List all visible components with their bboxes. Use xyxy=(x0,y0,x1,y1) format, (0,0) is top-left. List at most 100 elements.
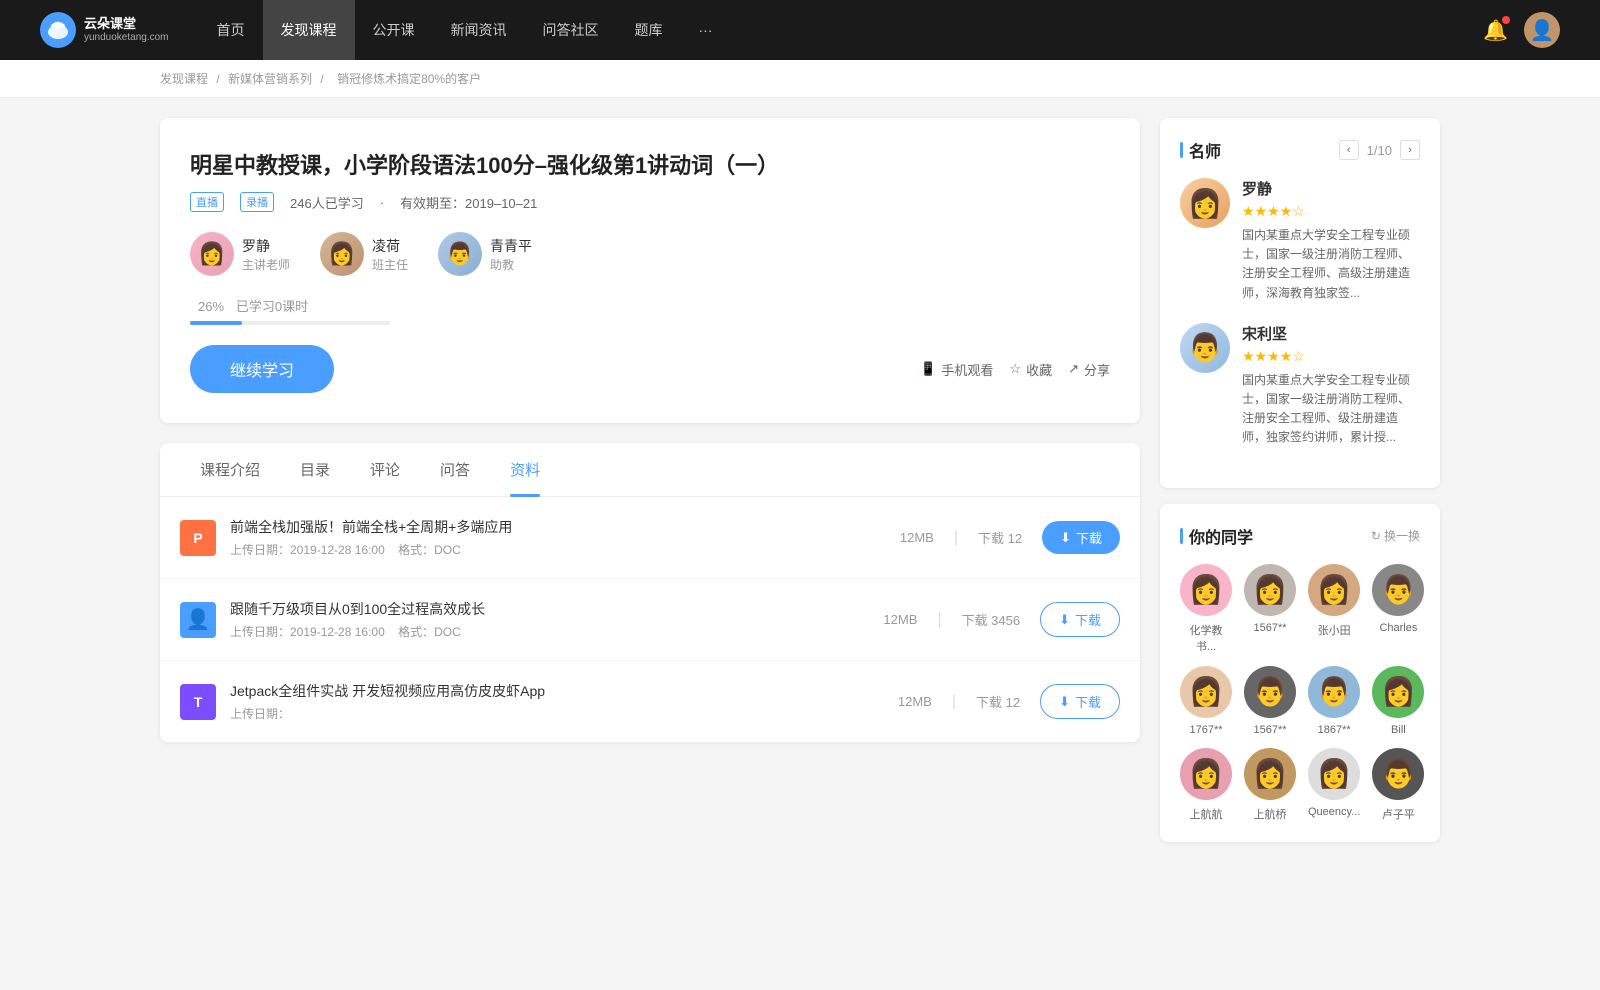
classmate-avatar-2[interactable]: 👩 xyxy=(1308,564,1360,616)
classmate-name-1: 1567** xyxy=(1253,622,1286,634)
classmate-item-0: 👩 化学教书... xyxy=(1180,564,1232,654)
teacher-role-0: 主讲老师 xyxy=(242,256,290,273)
classmate-item-7: 👩 Bill xyxy=(1372,666,1424,736)
progress-label: 26% 已学习0课时 xyxy=(190,296,1110,315)
resource-name-2: Jetpack全组件实战 开发短视频应用高仿皮皮虾App xyxy=(230,681,884,701)
classmate-avatar-8[interactable]: 👩 xyxy=(1180,748,1232,800)
teacher-info-1: 凌荷 班主任 xyxy=(372,236,408,273)
download-icon-0: ⬇ xyxy=(1060,530,1071,546)
logo-icon xyxy=(40,12,76,48)
classmate-item-5: 👨 1567** xyxy=(1244,666,1296,736)
teacher-info-2: 青青平 助教 xyxy=(490,236,532,273)
tab-catalog[interactable]: 目录 xyxy=(280,443,350,496)
course-meta: 直播 录播 246人已学习 · 有效期至：2019–10–21 xyxy=(190,192,1110,212)
teachers-next-button[interactable]: › xyxy=(1400,140,1420,160)
logo-text: 云朵课堂 yunduoketang.com xyxy=(84,16,169,44)
tab-resource[interactable]: 资料 xyxy=(490,443,560,496)
resource-icon-1: 👤 xyxy=(180,602,216,638)
progress-learned: 已学习0课时 xyxy=(236,299,308,314)
download-button-1[interactable]: ⬇ 下载 xyxy=(1040,602,1120,637)
collect-button[interactable]: ☆ 收藏 xyxy=(1009,360,1052,379)
mobile-icon: 📱 xyxy=(920,361,936,377)
navbar: 云朵课堂 yunduoketang.com 首页 发现课程 公开课 新闻资讯 问… xyxy=(0,0,1600,60)
teacher-name-0: 罗静 xyxy=(242,236,290,256)
breadcrumb: 发现课程 / 新媒体营销系列 / 销冠修炼术搞定80%的客户 xyxy=(0,60,1600,98)
classmate-avatar-1[interactable]: 👩 xyxy=(1244,564,1296,616)
teacher-avatar-2: 👨 xyxy=(438,232,482,276)
tab-qa[interactable]: 问答 xyxy=(420,443,490,496)
nav-news[interactable]: 新闻资讯 xyxy=(433,0,525,60)
resource-info-2: Jetpack全组件实战 开发短视频应用高仿皮皮虾App 上传日期： xyxy=(230,681,884,722)
classmate-item-6: 👨 1867** xyxy=(1308,666,1360,736)
classmate-name-6: 1867** xyxy=(1318,724,1351,736)
teachers-panel-header: 名师 ‹ 1/10 › xyxy=(1180,138,1420,162)
classmate-item-11: 👨 卢子平 xyxy=(1372,748,1424,822)
classmate-avatar-11[interactable]: 👨 xyxy=(1372,748,1424,800)
logo[interactable]: 云朵课堂 yunduoketang.com xyxy=(40,12,169,48)
resource-right-0: 12MB | 下载 12 ⬇ 下载 xyxy=(900,521,1120,554)
teacher-role-1: 班主任 xyxy=(372,256,408,273)
nav-bank[interactable]: 题库 xyxy=(617,0,681,60)
user-avatar-nav[interactable]: 👤 xyxy=(1524,12,1560,48)
classmate-item-4: 👩 1767** xyxy=(1180,666,1232,736)
classmate-item-9: 👩 上航桥 xyxy=(1244,748,1296,822)
classmate-avatar-4[interactable]: 👩 xyxy=(1180,666,1232,718)
bell-icon[interactable]: 🔔 xyxy=(1483,18,1508,43)
teacher-panel-avatar-1: 👨 xyxy=(1180,323,1230,373)
tab-intro[interactable]: 课程介绍 xyxy=(180,443,280,496)
classmate-avatar-6[interactable]: 👨 xyxy=(1308,666,1360,718)
resource-downloads-2: 下载 12 xyxy=(976,692,1020,711)
mobile-watch-button[interactable]: 📱 手机观看 xyxy=(920,360,993,379)
teacher-info-0: 罗静 主讲老师 xyxy=(242,236,290,273)
refresh-button[interactable]: ↻ 换一换 xyxy=(1371,527,1420,544)
resource-right-2: 12MB | 下载 12 ⬇ 下载 xyxy=(898,684,1120,719)
classmate-avatar-7[interactable]: 👩 xyxy=(1372,666,1424,718)
breadcrumb-discover[interactable]: 发现课程 xyxy=(160,72,208,86)
resource-meta-1: 上传日期：2019-12-28 16:00 格式：DOC xyxy=(230,623,869,640)
classmate-name-5: 1567** xyxy=(1253,724,1286,736)
nav-discover[interactable]: 发现课程 xyxy=(263,0,355,60)
nav-items: 首页 发现课程 公开课 新闻资讯 问答社区 题库 ··· xyxy=(199,0,1484,60)
resource-right-1: 12MB | 下载 3456 ⬇ 下载 xyxy=(883,602,1120,637)
teacher-item-2: 👨 青青平 助教 xyxy=(438,232,532,276)
classmate-avatar-10[interactable]: 👩 xyxy=(1308,748,1360,800)
tab-review[interactable]: 评论 xyxy=(350,443,420,496)
classmate-avatar-3[interactable]: 👨 xyxy=(1372,564,1424,616)
resource-icon-2: T xyxy=(180,684,216,720)
resource-meta-0: 上传日期：2019-12-28 16:00 格式：DOC xyxy=(230,541,886,558)
classmate-name-7: Bill xyxy=(1391,724,1406,736)
left-panel: 明星中教授课，小学阶段语法100分–强化级第1讲动词（一） 直播 录播 246人… xyxy=(160,118,1140,858)
nav-more[interactable]: ··· xyxy=(681,0,731,60)
resource-meta-2: 上传日期： xyxy=(230,705,884,722)
action-row: 继续学习 📱 手机观看 ☆ 收藏 ↗ 分享 xyxy=(190,345,1110,393)
classmate-name-0: 化学教书... xyxy=(1180,622,1232,654)
classmate-name-4: 1767** xyxy=(1189,724,1222,736)
teachers-list: 👩 罗静 主讲老师 👩 凌荷 班主任 👨 青青平 xyxy=(190,232,1110,276)
classmate-avatar-5[interactable]: 👨 xyxy=(1244,666,1296,718)
teacher-panel-name-1: 宋利坚 xyxy=(1242,323,1420,344)
classmate-avatar-9[interactable]: 👩 xyxy=(1244,748,1296,800)
download-button-2[interactable]: ⬇ 下载 xyxy=(1040,684,1120,719)
breadcrumb-series[interactable]: 新媒体营销系列 xyxy=(228,72,312,86)
classmate-name-2: 张小田 xyxy=(1318,622,1351,638)
teacher-avatar-0: 👩 xyxy=(190,232,234,276)
refresh-icon: ↻ xyxy=(1371,529,1381,543)
classmate-avatar-0[interactable]: 👩 xyxy=(1180,564,1232,616)
nav-open[interactable]: 公开课 xyxy=(355,0,433,60)
teachers-page: 1/10 xyxy=(1367,143,1392,158)
share-icon: ↗ xyxy=(1068,361,1079,377)
classmate-name-10: Queency... xyxy=(1308,806,1360,818)
nav-qa[interactable]: 问答社区 xyxy=(525,0,617,60)
teacher-panel-item-1: 👨 宋利坚 ★★★★☆ 国内某重点大学安全工程专业硕士，国家一级注册消防工程师、… xyxy=(1180,323,1420,448)
course-card: 明星中教授课，小学阶段语法100分–强化级第1讲动词（一） 直播 录播 246人… xyxy=(160,118,1140,423)
download-button-0[interactable]: ⬇ 下载 xyxy=(1042,521,1120,554)
nav-home[interactable]: 首页 xyxy=(199,0,263,60)
continue-button[interactable]: 继续学习 xyxy=(190,345,334,393)
share-button[interactable]: ↗ 分享 xyxy=(1068,360,1110,379)
resource-size-1: 12MB xyxy=(883,612,917,627)
classmate-item-3: 👨 Charles xyxy=(1372,564,1424,654)
teacher-panel-desc-1: 国内某重点大学安全工程专业硕士，国家一级注册消防工程师、注册安全工程师、级注册建… xyxy=(1242,371,1420,448)
course-title: 明星中教授课，小学阶段语法100分–强化级第1讲动词（一） xyxy=(190,148,1110,180)
teachers-prev-button[interactable]: ‹ xyxy=(1339,140,1359,160)
teacher-name-1: 凌荷 xyxy=(372,236,408,256)
